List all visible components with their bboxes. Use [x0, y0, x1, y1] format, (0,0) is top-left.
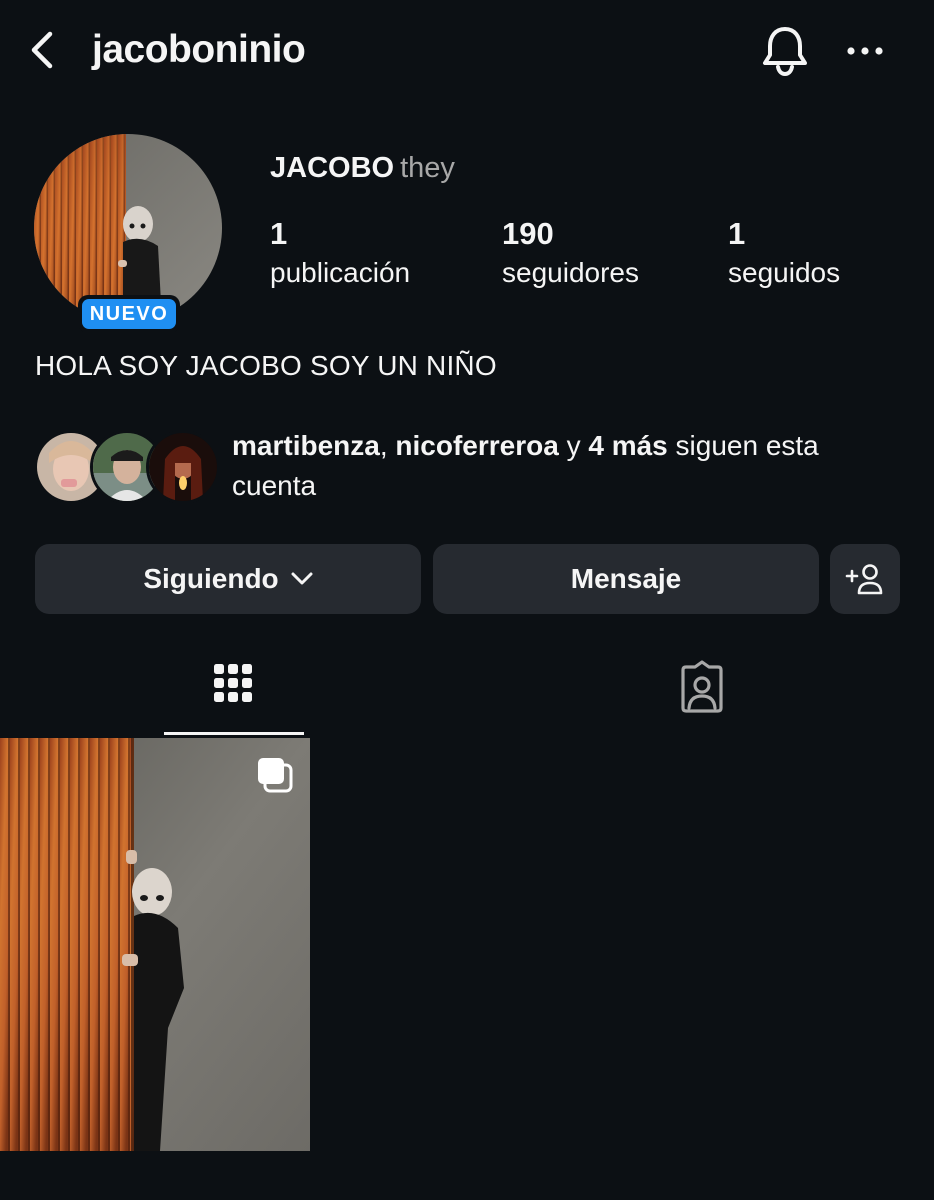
grid-icon [214, 664, 252, 702]
active-tab-indicator [164, 732, 304, 735]
mutual-avatars [34, 430, 220, 504]
message-button-label: Mensaje [570, 563, 682, 594]
mutual-separator: , [379, 430, 396, 461]
notifications-button[interactable] [758, 22, 812, 78]
mutual-connector: y [558, 430, 589, 461]
followed-by-section[interactable]: martibenza, nicoferreroa y 4 más siguen … [34, 426, 904, 516]
stat-following[interactable]: 1 seguidos [728, 214, 840, 292]
tagged-person-icon [681, 660, 723, 713]
top-bar: jacoboninio [0, 0, 934, 100]
followed-by-text: martibenza, nicoferreroa y 4 más siguen … [232, 426, 902, 506]
back-button[interactable] [22, 26, 66, 74]
chevron-down-icon [291, 572, 313, 585]
suggest-people-button[interactable] [830, 544, 900, 614]
post-thumbnail[interactable] [0, 738, 310, 1151]
profile-bio: HOLA SOY JACOBO SOY UN NIÑO [35, 350, 497, 381]
profile-avatar-container: NUEVO [34, 134, 224, 334]
stat-posts-label: publicación [270, 257, 411, 288]
stat-following-label: seguidos [728, 257, 841, 288]
profile-page: jacoboninio NUEVO JACOBO they 1 publicac… [0, 0, 934, 1200]
display-name: JACOBO they [270, 152, 455, 185]
mutual-more[interactable]: 4 más [588, 430, 667, 461]
stat-followers-label: seguidores [502, 257, 639, 288]
mutual-user-2[interactable]: nicoferreroa [395, 430, 558, 461]
stat-posts-count: 1 [270, 216, 288, 251]
pronouns: they [400, 152, 455, 184]
following-button[interactable]: Siguiendo [35, 544, 421, 614]
new-badge-label: NUEVO [82, 299, 176, 329]
bell-icon [763, 27, 807, 77]
more-horizontal-icon [847, 47, 883, 55]
stat-posts[interactable]: 1 publicación [270, 214, 410, 292]
tab-tagged[interactable] [632, 650, 772, 736]
new-badge: NUEVO [78, 295, 180, 333]
stat-following-count: 1 [728, 216, 746, 251]
post-image [0, 738, 310, 1151]
more-options-button[interactable] [840, 30, 890, 70]
message-button[interactable]: Mensaje [433, 544, 819, 614]
tab-posts-grid[interactable] [164, 650, 304, 736]
profile-avatar[interactable] [34, 134, 222, 322]
mutual-user-1[interactable]: martibenza [232, 430, 380, 461]
chevron-left-icon [31, 31, 53, 69]
full-name: JACOBO [270, 152, 395, 184]
following-button-label: Siguiendo [143, 563, 279, 594]
stat-followers-count: 190 [502, 216, 554, 251]
person-add-icon [845, 564, 883, 595]
mutual-avatar [146, 430, 220, 504]
carousel-icon [256, 756, 294, 794]
profile-username-title: jacoboninio [92, 28, 306, 71]
stat-followers[interactable]: 190 seguidores [502, 214, 639, 292]
profile-photo-image [34, 134, 222, 322]
